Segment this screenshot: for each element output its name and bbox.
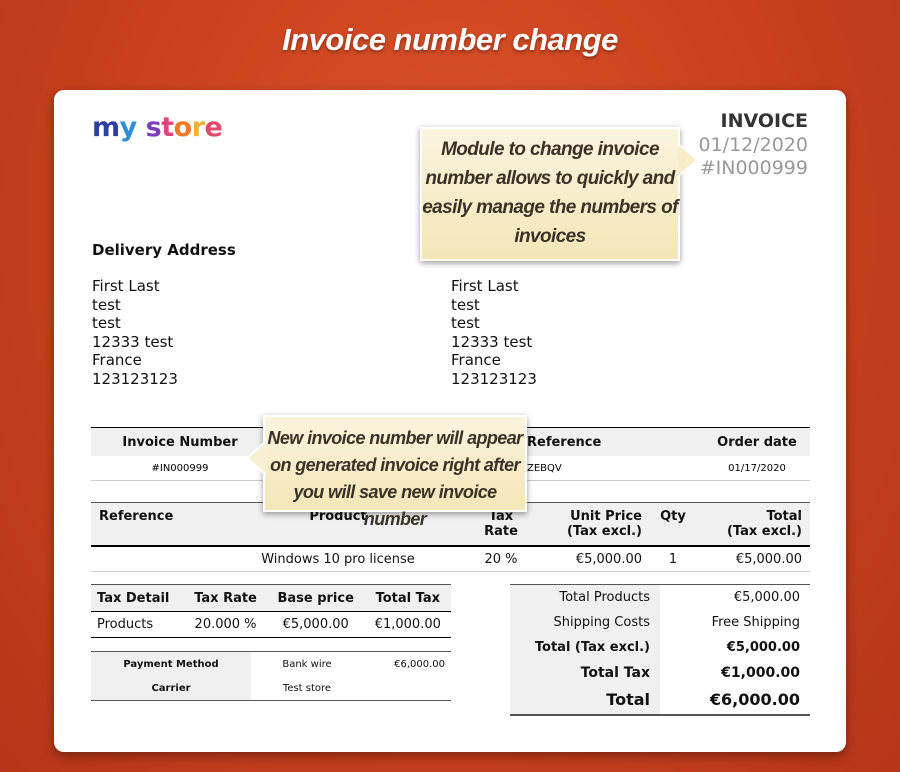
address-right: First Last test test 12333 test France 1…: [451, 277, 537, 388]
cell-total-tax: €1,000.00: [364, 611, 451, 638]
callout-line: Module to change invoice: [441, 139, 659, 160]
callout-line: number allows to quickly and: [425, 168, 675, 189]
address-left: First Last test test 12333 test France 1…: [92, 277, 178, 388]
cell-tax-rate: 20 %: [473, 546, 529, 572]
totals-row: Total (Tax excl.) €5,000.00: [510, 635, 810, 660]
callout-line: on generated invoice right after: [270, 455, 520, 475]
callout-invoice-number: New invoice number will appear on genera…: [263, 415, 527, 529]
address-line: France: [92, 351, 142, 369]
carrier-label: Carrier: [91, 676, 251, 701]
shipping-value: Free Shipping: [711, 615, 800, 630]
invoice-number: #IN000999: [699, 157, 808, 179]
address-line: 123123123: [451, 369, 537, 388]
callout-pointer: [245, 440, 266, 476]
cell-reference: [91, 546, 203, 572]
col-unit-price: Unit Price (Tax excl.): [529, 502, 650, 547]
address-line: test: [451, 295, 480, 314]
col-qty: Qty: [650, 502, 696, 547]
address-line: test: [92, 314, 121, 332]
carrier-value: Test store: [282, 682, 332, 694]
callout-pointer: [678, 142, 700, 178]
total-tax-excl-label: Total (Tax excl.): [510, 635, 660, 660]
address-line: First Last: [451, 277, 519, 295]
callout-line: invoices: [514, 226, 586, 247]
totals-row: Total Tax €1,000.00: [510, 660, 810, 685]
col-total: Total (Tax excl.): [696, 502, 810, 547]
address-line: 12333 test: [92, 332, 174, 351]
callout-line: you will save new invoice number: [293, 482, 497, 529]
col-reference: Reference: [91, 502, 203, 547]
header-invoice-number: Invoice Number: [91, 427, 269, 456]
cell-total: €5,000.00: [696, 546, 810, 572]
payment-method-label: Payment Method: [91, 651, 251, 676]
cell-product: Windows 10 pro license: [203, 546, 473, 572]
cell-qty: 1: [650, 546, 696, 572]
tax-detail-table: Tax Detail Tax Rate Base price Total Tax…: [91, 584, 451, 638]
col-tax-rate: Tax Rate: [184, 584, 267, 612]
totals-table: Total Products €5,000.00 Shipping Costs …: [510, 584, 810, 716]
address-line: 12333 test: [451, 332, 533, 351]
total-tax-label: Total Tax: [510, 660, 660, 685]
total-tax-excl-value: €5,000.00: [726, 640, 800, 655]
callout-line: easily manage the numbers of: [422, 197, 678, 218]
invoice-date: 01/12/2020: [698, 134, 808, 156]
payment-method-amount: €6,000.00: [394, 658, 445, 670]
header-order-date: Order date: [704, 427, 810, 456]
cell-tax-rate: 20.000 %: [184, 611, 267, 638]
cell-tax-detail: Products: [91, 611, 185, 638]
store-logo: my store: [92, 112, 223, 143]
col-total-tax: Total Tax: [364, 584, 451, 612]
col-base-price: Base price: [266, 584, 365, 612]
total-tax-value: €1,000.00: [721, 664, 800, 681]
shipping-label: Shipping Costs: [510, 610, 660, 635]
value-order-date: 01/17/2020: [704, 456, 810, 481]
totals-row: Total €6,000.00: [510, 685, 810, 715]
total-products-value: €5,000.00: [733, 590, 800, 605]
totals-row: Total Products €5,000.00: [510, 584, 810, 610]
address-line: test: [451, 314, 480, 332]
grand-total-label: Total: [510, 685, 660, 715]
banner-title: Invoice number change: [282, 22, 618, 57]
value-invoice-number: #IN000999: [91, 456, 269, 481]
callout-line: New invoice number will appear: [267, 428, 523, 448]
address-line: France: [451, 351, 501, 369]
col-tax-detail: Tax Detail: [91, 584, 185, 612]
address-line: test: [92, 295, 121, 314]
cell-base-price: €5,000.00: [266, 611, 365, 638]
cell-unit-price: €5,000.00: [529, 546, 650, 572]
table-row: Windows 10 pro license 20 % €5,000.00 1 …: [91, 546, 810, 572]
grand-total-value: €6,000.00: [709, 690, 800, 709]
invoice-title: INVOICE: [720, 110, 809, 132]
total-products-label: Total Products: [510, 584, 660, 610]
table-row: Products 20.000 % €5,000.00 €1,000.00: [91, 611, 451, 638]
address-line: First Last: [92, 277, 160, 295]
payment-table: Payment Method Bank wire €6,000.00 Carri…: [91, 651, 451, 701]
payment-method-value: Bank wire: [282, 658, 332, 670]
totals-row: Shipping Costs Free Shipping: [510, 610, 810, 635]
delivery-heading: Delivery Address: [92, 241, 236, 259]
address-line: 123123123: [92, 369, 178, 388]
callout-module-info: Module to change invoice number allows t…: [420, 127, 680, 261]
